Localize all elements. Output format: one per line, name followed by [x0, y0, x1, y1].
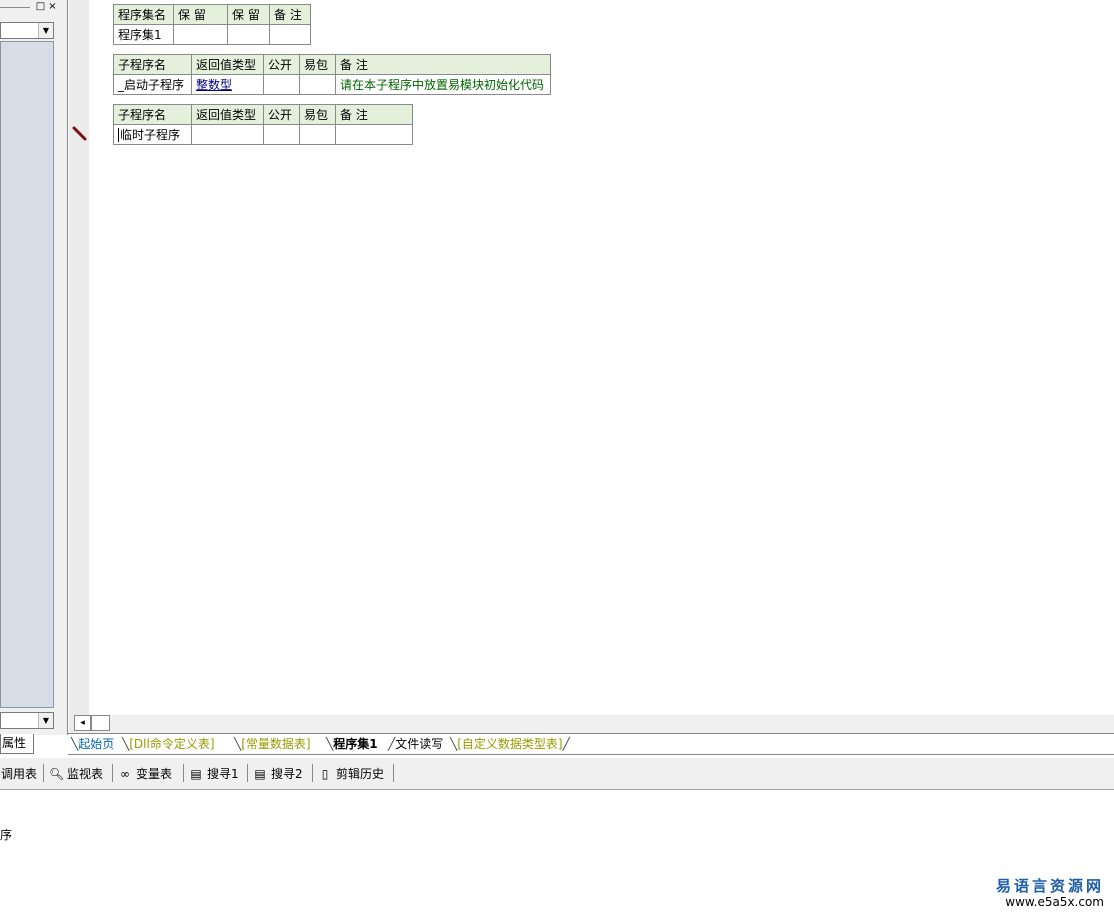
table-header: 保 留 [173, 4, 228, 25]
watermark: 易语言资源网 www.e5a5x.com [996, 877, 1104, 909]
chevron-down-icon[interactable]: ▼ [38, 23, 53, 38]
table-header: 公开 [263, 54, 300, 75]
comment-cell[interactable] [335, 124, 413, 145]
property-panel: □ × ▼ ▼ [0, 0, 58, 735]
object-selector[interactable]: ▼ [0, 22, 54, 39]
tab-custom-types[interactable]: ╲[自定义数据类型表]╱ [450, 736, 570, 754]
tab-constants[interactable]: ╲[常量数据表] [234, 736, 311, 754]
close-icon[interactable]: × [47, 1, 58, 12]
titlebar-grip [0, 7, 30, 8]
file-tab-bar: ╲起始页 ╲[Dll命令定义表] ╲[常量数据表] ╲程序集1 ╱文件读写 ╲[… [68, 733, 1114, 755]
magnifier-icon: 🔍︎ [49, 767, 65, 781]
toolbar-divider [312, 764, 313, 782]
table-cell[interactable] [173, 24, 228, 45]
table-header: 程序集名 [113, 4, 174, 25]
scroll-left-icon[interactable]: ◂ [74, 715, 91, 731]
editor-gutter: + + [68, 0, 102, 735]
subroutine-name-text: 临时子程序 [120, 127, 181, 142]
table-header: 易包 [299, 104, 336, 125]
table-cell[interactable] [263, 124, 300, 145]
assembly-name-cell[interactable]: 程序集1 [113, 24, 174, 45]
table-cell[interactable] [263, 74, 300, 95]
text-cursor [118, 128, 119, 142]
toolbar-divider [183, 764, 184, 782]
table-header: 易包 [299, 54, 336, 75]
tool-watch[interactable]: 🔍︎ 监视表 [49, 766, 103, 782]
tab-assembly-1[interactable]: ╲程序集1 [326, 736, 378, 754]
chevron-down-icon[interactable]: ▼ [38, 713, 53, 728]
subroutine-table-2: 子程序名 返回值类型 公开 易包 备 注 临时子程序 [113, 104, 413, 145]
toolbar-divider [393, 764, 394, 782]
output-pane[interactable]: 序 [0, 790, 1114, 915]
subroutine-table-1: 子程序名 返回值类型 公开 易包 备 注 _启动子程序 整数型 请在本子程序中放… [113, 54, 551, 95]
tool-search-2[interactable]: ▤ 搜寻2 [253, 766, 302, 782]
find-icon: ▤ [190, 767, 202, 781]
glasses-icon: ∞ [120, 767, 130, 781]
tab-file-io[interactable]: ╱文件读写 [388, 736, 443, 754]
output-text: 序 [0, 828, 13, 842]
find-icon: ▤ [254, 767, 266, 781]
code-editor[interactable]: 程序集名 保 留 保 留 备 注 程序集1 子程序名 返回值类型 公开 易包 备… [89, 0, 1114, 715]
event-selector[interactable]: ▼ [0, 712, 54, 729]
table-header: 备 注 [269, 4, 311, 25]
table-header: 备 注 [335, 104, 413, 125]
toolbar-divider [247, 764, 248, 782]
table-cell[interactable] [299, 74, 336, 95]
tab-start-page[interactable]: ╲起始页 [71, 736, 114, 754]
toolbar-divider [43, 764, 44, 782]
subroutine-name-cell[interactable]: _启动子程序 [113, 74, 192, 95]
output-toolbar: 调用表 🔍︎ 监视表 ∞ 变量表 ▤ 搜寻1 ▤ 搜寻2 ▯ 剪辑历史 [0, 758, 1114, 790]
scroll-thumb[interactable] [91, 715, 110, 731]
table-header: 备 注 [335, 54, 551, 75]
assembly-table: 程序集名 保 留 保 留 备 注 程序集1 [113, 4, 311, 45]
table-header: 返回值类型 [191, 54, 264, 75]
return-type-cell[interactable]: 整数型 [191, 74, 264, 95]
return-type-cell[interactable] [191, 124, 264, 145]
panel-titlebar: □ × [0, 0, 58, 14]
clipboard-icon: ▯ [321, 767, 329, 781]
tool-clip-history[interactable]: ▯ 剪辑历史 [318, 766, 384, 782]
table-header: 保 留 [227, 4, 270, 25]
table-header: 子程序名 [113, 104, 192, 125]
table-cell[interactable] [227, 24, 270, 45]
watermark-url: www.e5a5x.com [1005, 895, 1104, 909]
tab-properties[interactable]: 属性 [0, 734, 34, 754]
tool-search-1[interactable]: ▤ 搜寻1 [189, 766, 238, 782]
tab-dll-commands[interactable]: ╲[Dll命令定义表] [122, 736, 215, 754]
comment-cell[interactable]: 请在本子程序中放置易模块初始化代码 [335, 74, 551, 95]
tool-call-table[interactable]: 调用表 [1, 766, 37, 782]
table-header: 子程序名 [113, 54, 192, 75]
table-cell[interactable] [299, 124, 336, 145]
table-cell[interactable] [269, 24, 311, 45]
toolbar-divider [112, 764, 113, 782]
tool-variables[interactable]: ∞ 变量表 [118, 766, 172, 782]
watermark-name: 易语言资源网 [995, 877, 1104, 895]
property-list[interactable] [0, 41, 54, 708]
subroutine-name-cell[interactable]: 临时子程序 [113, 124, 192, 145]
breakpoint-marker-icon [72, 126, 87, 141]
restore-icon[interactable]: □ [35, 1, 46, 12]
table-header: 公开 [263, 104, 300, 125]
horizontal-scrollbar[interactable]: ◂ [74, 715, 1114, 733]
table-header: 返回值类型 [191, 104, 264, 125]
